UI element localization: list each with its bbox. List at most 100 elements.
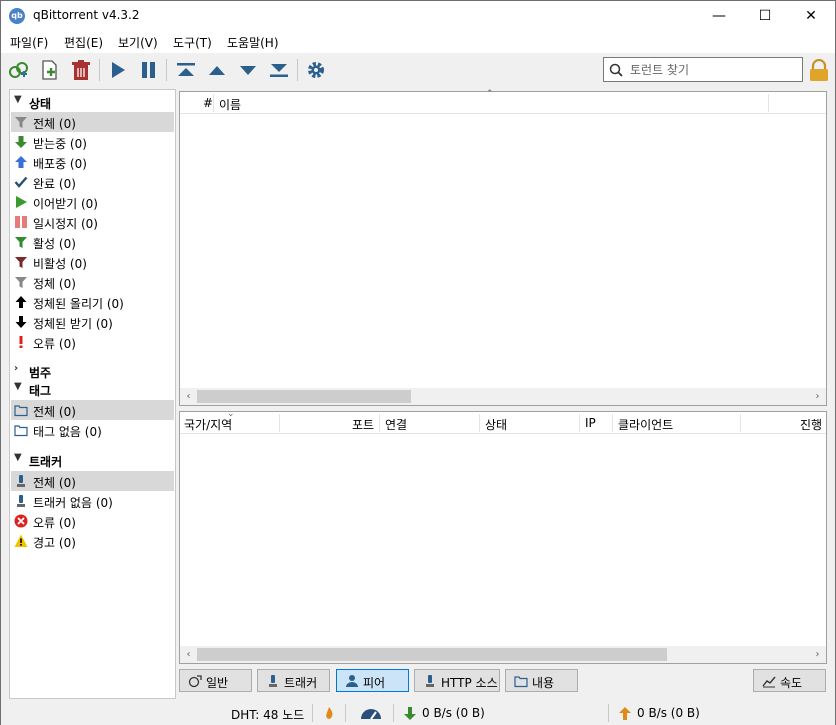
tag-filter-item-label: 태그 없음 (0) — [33, 425, 102, 439]
torrent-list[interactable]: # 이름 ⌃ ‹ › — [179, 89, 827, 406]
move-bottom-button[interactable] — [267, 59, 291, 81]
tag-filter-item[interactable]: 전체 (0) — [11, 400, 174, 420]
status-filter-item-label: 정체 (0) — [33, 277, 76, 291]
scrollbar-thumb[interactable] — [197, 648, 667, 661]
options-button[interactable] — [304, 59, 328, 81]
folder-icon — [14, 425, 28, 437]
status-filter-item[interactable]: 비활성 (0) — [11, 252, 174, 272]
horizontal-scrollbar[interactable]: ‹ › — [180, 646, 826, 663]
tracker-filter-item[interactable]: 경고 (0) — [11, 531, 174, 551]
scroll-left-icon[interactable]: ‹ — [180, 388, 197, 405]
tracker-filter-item[interactable]: 전체 (0) — [11, 471, 174, 491]
tab-http-sources[interactable]: HTTP 소스 — [414, 669, 500, 692]
minimize-button[interactable]: — — [696, 1, 742, 31]
speed-button[interactable]: 속도 — [753, 669, 826, 692]
move-down-button[interactable] — [236, 59, 260, 81]
tab-peers[interactable]: 피어 — [336, 669, 409, 692]
maximize-button[interactable]: ☐ — [742, 1, 788, 31]
column-client[interactable]: 클라이언트 — [618, 416, 673, 433]
tracker-filter-item[interactable]: 트래커 없음 (0) — [11, 491, 174, 511]
tracker-header[interactable]: ▼ 트래커 — [10, 451, 175, 469]
category-header[interactable]: › 범주 — [10, 362, 175, 380]
tracker-icon — [17, 475, 25, 487]
status-filter-item-label: 활성 (0) — [33, 237, 76, 251]
status-filter-item[interactable]: 배포중 (0) — [11, 152, 174, 172]
upload-speed: 0 B/s (0 B) — [637, 706, 700, 720]
tab-content[interactable]: 내용 — [505, 669, 578, 692]
close-button[interactable]: ✕ — [788, 1, 834, 31]
tracker-icon — [269, 675, 277, 687]
speed-limit-icon[interactable] — [359, 705, 383, 721]
add-torrent-file-button[interactable] — [38, 59, 62, 81]
status-header[interactable]: ▼ 상태 — [10, 93, 175, 111]
column-port[interactable]: 포트 — [352, 416, 374, 433]
status-filter-item[interactable]: 완료 (0) — [11, 172, 174, 192]
column-divider — [379, 414, 380, 432]
status-filter-item[interactable]: 받는중 (0) — [11, 132, 174, 152]
peer-list[interactable]: ⌄ 국가/지역 포트 연결 상태 IP 클라이언트 진행 ‹ › — [179, 409, 827, 664]
menu-help[interactable]: 도움말(H) — [227, 34, 279, 51]
menu-edit[interactable]: 편집(E) — [64, 34, 103, 51]
add-torrent-link-button[interactable] — [7, 59, 31, 81]
column-divider — [768, 94, 769, 112]
red-filter-icon — [15, 257, 27, 268]
status-filter-item[interactable]: 일시정지 (0) — [11, 212, 174, 232]
column-progress[interactable]: 진행 — [800, 416, 822, 433]
resume-button[interactable] — [106, 59, 130, 81]
qbittorrent-logo-icon: qb — [9, 8, 25, 24]
checkmark-icon — [14, 176, 28, 188]
peers-icon — [346, 675, 358, 687]
tab-trackers[interactable]: 트래커 — [257, 669, 330, 692]
status-filter-item[interactable]: 정체된 받기 (0) — [11, 312, 174, 332]
tracker-filter-item[interactable]: 오류 (0) — [11, 511, 174, 531]
menu-view[interactable]: 보기(V) — [118, 34, 158, 51]
search-input[interactable] — [628, 61, 798, 78]
delete-torrent-button[interactable] — [69, 59, 93, 81]
column-status[interactable]: 상태 — [485, 416, 507, 433]
green-filter-icon — [15, 237, 27, 248]
chevron-down-icon: ▼ — [14, 452, 22, 463]
pause-button[interactable] — [137, 59, 161, 81]
column-divider — [579, 414, 580, 432]
chevron-up-icon — [209, 66, 225, 75]
scrollbar-thumb[interactable] — [197, 390, 411, 403]
connection-status-icon[interactable] — [323, 706, 335, 720]
download-arrow-icon — [404, 707, 416, 720]
dht-status: DHT: 48 노드 — [231, 708, 305, 722]
tag-filter-item[interactable]: 태그 없음 (0) — [11, 420, 174, 440]
black-down-arrow-icon — [15, 316, 27, 328]
status-filter-item[interactable]: 전체 (0) — [11, 112, 174, 132]
search-icon — [609, 63, 623, 77]
tab-general[interactable]: 일반 — [179, 669, 252, 692]
column-name[interactable]: 이름 — [219, 96, 241, 113]
column-country[interactable]: 국가/지역 — [184, 416, 232, 433]
search-field[interactable] — [603, 57, 803, 82]
scroll-right-icon[interactable]: › — [809, 388, 826, 405]
status-filter-item[interactable]: 정체된 올리기 (0) — [11, 292, 174, 312]
chevron-down-icon: ▼ — [14, 94, 22, 105]
move-up-button[interactable] — [205, 59, 229, 81]
tag-header[interactable]: ▼ 태그 — [10, 380, 175, 398]
menu-file[interactable]: 파일(F) — [10, 34, 48, 51]
scroll-left-icon[interactable]: ‹ — [180, 646, 197, 663]
status-filter-item[interactable]: 정체 (0) — [11, 272, 174, 292]
chevron-down-icon — [240, 66, 256, 75]
status-filter-item[interactable]: 활성 (0) — [11, 232, 174, 252]
exclamation-icon — [19, 336, 23, 348]
status-filter-item[interactable]: 이어받기 (0) — [11, 192, 174, 212]
move-top-button[interactable] — [174, 59, 198, 81]
status-filter-item[interactable]: 오류 (0) — [11, 332, 174, 352]
pause-icon — [15, 216, 27, 228]
column-ip[interactable]: IP — [585, 416, 596, 430]
lock-button[interactable] — [807, 58, 831, 81]
title-bar: qb qBittorrent v4.3.2 — ☐ ✕ — [1, 1, 835, 31]
column-connection[interactable]: 연결 — [385, 416, 407, 433]
scroll-right-icon[interactable]: › — [809, 646, 826, 663]
chevron-right-icon: › — [14, 363, 19, 374]
horizontal-scrollbar[interactable]: ‹ › — [180, 388, 826, 405]
menu-tools[interactable]: 도구(T) — [173, 34, 212, 51]
column-number[interactable]: # — [203, 96, 213, 110]
upload-arrow-icon — [619, 707, 631, 720]
filter-icon — [15, 117, 27, 128]
tracker-icon — [17, 495, 25, 507]
